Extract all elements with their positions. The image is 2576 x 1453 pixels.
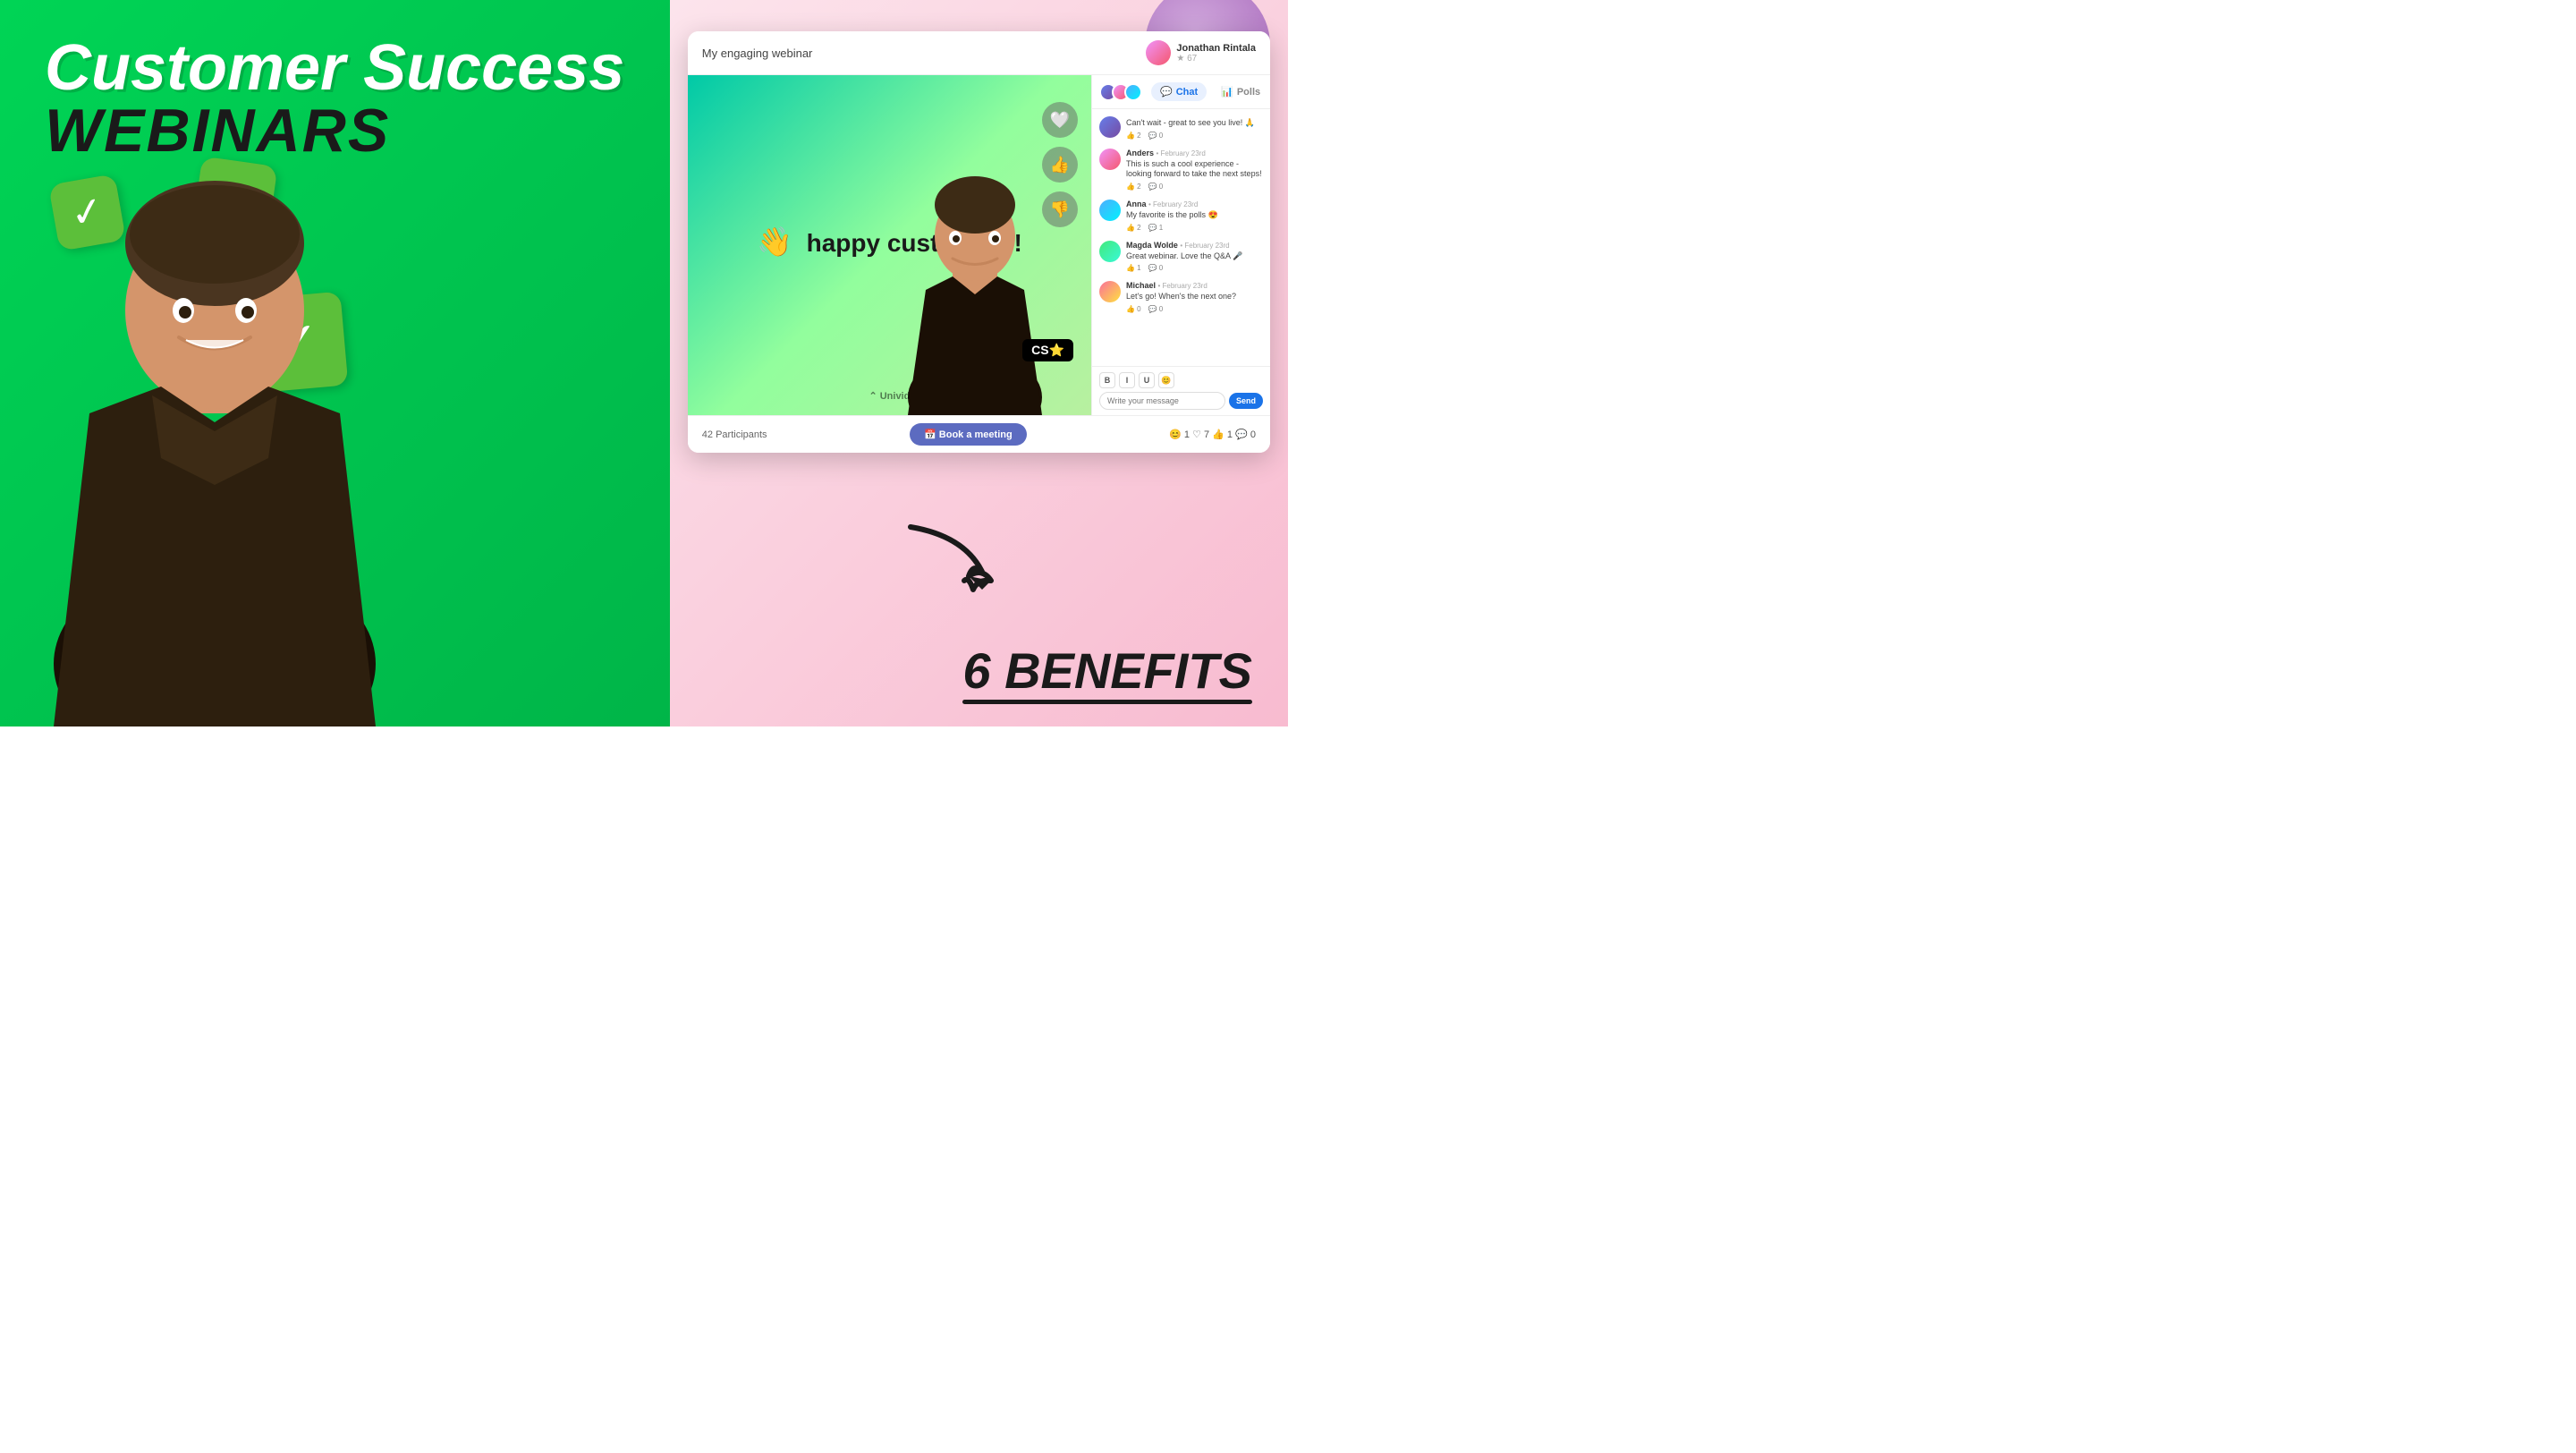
mockup-header: My engaging webinar Jonathan Rintala ★ 6…	[688, 31, 1270, 75]
webinar-mockup: My engaging webinar Jonathan Rintala ★ 6…	[688, 31, 1270, 453]
chat-message-content: Magda Wolde • February 23rd Great webina…	[1126, 241, 1263, 273]
chat-message-content: Anders • February 23rd This is such a co…	[1126, 149, 1263, 191]
book-meeting-button[interactable]: 📅 Book a meeting	[910, 423, 1027, 446]
arrow-svg	[893, 518, 1000, 608]
reaction-heart: 🤍	[1042, 102, 1078, 138]
chat-text: My favorite is the polls 😍	[1126, 210, 1263, 221]
reaction-counts: 😊 1 ♡ 7 👍 1 💬 0	[1169, 429, 1256, 440]
participants-count: 42 Participants	[702, 429, 767, 440]
title-webinars: WEBINARS	[45, 100, 625, 161]
chat-username: Anna • February 23rd	[1126, 200, 1263, 208]
chat-message-content: Michael • February 23rd Let's go! When's…	[1126, 281, 1263, 313]
comment-reaction: 💬 1	[1148, 224, 1164, 232]
benefits-section: 6 BENEFITS	[962, 646, 1252, 704]
person-area	[27, 118, 402, 726]
polls-icon: 📊	[1221, 86, 1233, 98]
chat-reactions: 👍 2 💬 0	[1126, 132, 1263, 140]
chat-tool-button[interactable]: B	[1099, 372, 1115, 388]
mockup-bottom: 42 Participants 📅 Book a meeting 😊 1 ♡ 7…	[688, 415, 1270, 453]
reaction-thumb-up: 👍	[1042, 147, 1078, 183]
chat-message-content: Anna • February 23rd My favorite is the …	[1126, 200, 1263, 232]
chat-tool-button[interactable]: U	[1139, 372, 1155, 388]
chat-tool-button[interactable]: 😊	[1158, 372, 1174, 388]
chat-avatar	[1099, 281, 1121, 302]
chat-avatars	[1099, 83, 1142, 101]
send-button[interactable]: Send	[1229, 393, 1263, 409]
mockup-user: Jonathan Rintala ★ 67	[1146, 40, 1256, 65]
chat-avatar	[1099, 116, 1121, 138]
host-name: Jonathan Rintala	[1176, 43, 1256, 54]
like-reaction: 👍 0	[1126, 305, 1141, 313]
chat-input-area: BIU😊 Send	[1092, 366, 1270, 415]
chat-icon: 💬	[1160, 86, 1173, 98]
chat-tool-button[interactable]: I	[1119, 372, 1135, 388]
chat-date: • February 23rd	[1180, 242, 1229, 250]
benefits-underline	[962, 700, 1252, 704]
chat-reactions: 👍 1 💬 0	[1126, 264, 1263, 272]
chat-text: This is such a cool experience - looking…	[1126, 159, 1263, 180]
chat-tabs: 💬 Chat 📊 Polls	[1092, 75, 1270, 109]
chat-message-item: Anders • February 23rd This is such a co…	[1099, 149, 1263, 191]
title-customer-success: Customer Success	[45, 36, 625, 100]
video-area: 👋 happy customers! 🤍 👍 👎	[688, 75, 1091, 415]
chat-message-item: Anna • February 23rd My favorite is the …	[1099, 200, 1263, 232]
chat-message-item: Can't wait - great to see you live! 🙏 👍 …	[1099, 116, 1263, 140]
chat-text: Great webinar. Love the Q&A 🎤	[1126, 251, 1263, 262]
chat-input[interactable]	[1099, 392, 1225, 410]
chat-message-content: Can't wait - great to see you live! 🙏 👍 …	[1126, 116, 1263, 140]
chat-avatar	[1099, 241, 1121, 262]
chat-text: Let's go! When's the next one?	[1126, 292, 1263, 302]
like-reaction: 👍 2	[1126, 183, 1141, 191]
polls-tab-btn[interactable]: 📊 Polls	[1212, 82, 1269, 101]
chat-toolbar: BIU😊	[1099, 372, 1263, 388]
chat-message-item: Magda Wolde • February 23rd Great webina…	[1099, 241, 1263, 273]
chat-username: Anders • February 23rd	[1126, 149, 1263, 157]
chat-reactions: 👍 2 💬 1	[1126, 224, 1263, 232]
chat-tab-btn[interactable]: 💬 Chat	[1151, 82, 1207, 101]
speaker-badge: CS⭐	[1022, 339, 1073, 361]
title-section: Customer Success WEBINARS	[45, 36, 625, 161]
chat-avatar	[1099, 200, 1121, 221]
chat-messages: Can't wait - great to see you live! 🙏 👍 …	[1092, 109, 1270, 366]
floating-reactions: 🤍 👍 👎	[1042, 102, 1078, 227]
univid-logo: ⌃ Univid	[869, 390, 910, 402]
person-svg	[36, 145, 394, 726]
chat-date: • February 23rd	[1148, 200, 1198, 208]
chat-date: • February 23rd	[1158, 282, 1208, 290]
host-avatar	[1146, 40, 1171, 65]
host-info: Jonathan Rintala ★ 67	[1176, 43, 1256, 64]
mini-avatar-3	[1124, 83, 1142, 101]
benefits-text: 6 BENEFITS	[962, 646, 1252, 696]
chat-panel: 💬 Chat 📊 Polls Can't wait - gr	[1091, 75, 1270, 415]
reaction-thumb-down: 👎	[1042, 191, 1078, 227]
wave-emoji: 👋	[757, 225, 792, 258]
chat-message-item: Michael • February 23rd Let's go! When's…	[1099, 281, 1263, 313]
like-reaction: 👍 2	[1126, 132, 1141, 140]
right-panel: My engaging webinar Jonathan Rintala ★ 6…	[670, 0, 1288, 726]
like-reaction: 👍 2	[1126, 224, 1141, 232]
chat-date: • February 23rd	[1157, 149, 1206, 157]
chat-input-row: Send	[1099, 392, 1263, 410]
comment-reaction: 💬 0	[1148, 264, 1164, 272]
chat-text: Can't wait - great to see you live! 🙏	[1126, 118, 1263, 129]
mockup-title: My engaging webinar	[702, 47, 813, 60]
host-stars: ★ 67	[1176, 54, 1256, 64]
chat-avatar	[1099, 149, 1121, 170]
left-panel: Customer Success WEBINARS ✓ ✓ ✓	[0, 0, 670, 726]
video-person-svg	[903, 165, 1046, 415]
chat-reactions: 👍 2 💬 0	[1126, 183, 1263, 191]
arrow-decoration	[893, 518, 1000, 619]
chat-tab-label: Chat	[1176, 87, 1198, 98]
mockup-body: 👋 happy customers! 🤍 👍 👎	[688, 75, 1270, 415]
video-person	[903, 165, 1046, 415]
comment-reaction: 💬 0	[1148, 305, 1164, 313]
comment-reaction: 💬 0	[1148, 132, 1164, 140]
chat-username: Magda Wolde • February 23rd	[1126, 241, 1263, 250]
polls-tab-label: Polls	[1237, 87, 1260, 98]
chat-username: Michael • February 23rd	[1126, 281, 1263, 290]
chat-reactions: 👍 0 💬 0	[1126, 305, 1263, 313]
like-reaction: 👍 1	[1126, 264, 1141, 272]
comment-reaction: 💬 0	[1148, 183, 1164, 191]
